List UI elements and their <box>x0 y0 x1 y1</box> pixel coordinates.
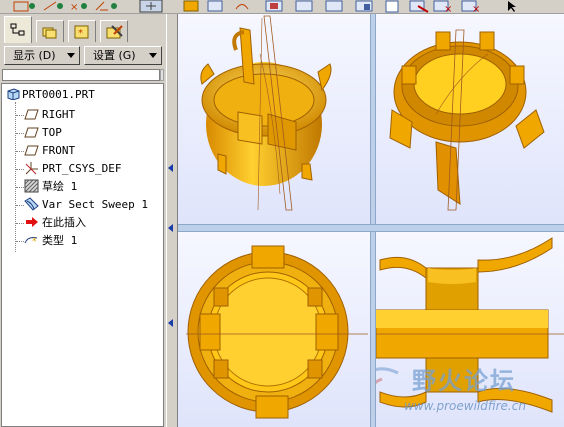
tree-connector <box>16 115 24 116</box>
insert-here-arrow-icon <box>24 215 40 229</box>
tree-connector <box>16 169 24 170</box>
graphics-area[interactable]: 野火论坛 www.proewildfire.cn <box>178 14 564 427</box>
view-icon[interactable] <box>385 0 399 13</box>
datum-plane-display-icon[interactable] <box>13 1 35 12</box>
view-icon[interactable] <box>409 0 429 13</box>
view-icon[interactable] <box>207 0 223 12</box>
datum-plane-icon <box>24 143 40 157</box>
view-icon[interactable] <box>325 0 343 12</box>
watermark-title: 野火论坛 <box>412 367 516 395</box>
tree-connector <box>16 241 24 242</box>
tree-item-sketch[interactable]: 草绘 1 <box>24 179 77 195</box>
view-icon[interactable]: × <box>461 0 480 14</box>
tree-connector <box>15 102 16 252</box>
csys-icon <box>24 161 40 175</box>
cursor-icon[interactable] <box>508 1 516 12</box>
svg-text:×: × <box>444 4 452 14</box>
viewport-divider-horizontal[interactable] <box>178 224 564 232</box>
tree-item-top[interactable]: TOP <box>24 125 62 141</box>
part-icon <box>6 88 20 101</box>
panel-splitter[interactable] <box>166 14 178 427</box>
csys-display-icon[interactable] <box>95 1 117 11</box>
viewport-top-front[interactable] <box>376 14 564 224</box>
navigator-tabs: * <box>2 16 164 43</box>
model-tree-tab[interactable] <box>4 16 32 43</box>
viewport-side-view[interactable]: 野火论坛 www.proewildfire.cn <box>376 232 564 427</box>
datum-plane-icon <box>24 125 40 139</box>
tree-root[interactable]: PRT0001.PRT <box>6 88 95 102</box>
point-display-icon[interactable]: × <box>70 2 87 13</box>
model-tree-icon <box>10 23 25 36</box>
tree-connector <box>16 205 24 206</box>
tree-item-label: 类型 1 <box>42 234 78 247</box>
tree-item-label: RIGHT <box>42 108 76 121</box>
favorites-tab[interactable]: * <box>68 20 96 42</box>
svg-text:×: × <box>70 2 78 13</box>
tree-item-label: 在此插入 <box>42 216 86 229</box>
folder-browser-tab[interactable] <box>36 20 64 42</box>
favorites-icon: * <box>74 25 89 39</box>
show-menu-label: 显示 (D) <box>13 49 56 62</box>
show-menu-button[interactable]: 显示 (D) <box>4 46 80 65</box>
tree-item-style[interactable]: * 类型 1 <box>24 233 77 249</box>
style-feature-icon: * <box>24 233 40 247</box>
tree-connector <box>16 151 24 152</box>
viewport-divider-vertical[interactable] <box>370 14 376 427</box>
collapse-arrow-icon[interactable] <box>168 224 173 232</box>
model-tree: PRT0001.PRT RIGHT TOP FRONT PRT_CSYS_DEF… <box>1 83 164 427</box>
part-model-top-view <box>186 245 368 419</box>
chevron-down-icon <box>67 53 75 58</box>
collapse-arrow-icon[interactable] <box>168 319 173 327</box>
view-icon[interactable]: × <box>433 0 452 14</box>
tree-item-label: FRONT <box>42 144 76 157</box>
part-model-iso <box>200 15 332 211</box>
settings-menu-label: 设置 (G) <box>93 49 136 62</box>
view-icon[interactable] <box>183 0 199 12</box>
connections-icon <box>106 25 123 39</box>
tree-root-label: PRT0001.PRT <box>22 88 95 101</box>
sketch-icon <box>24 179 40 193</box>
sweep-icon <box>24 197 40 211</box>
forum-watermark: 野火论坛 www.proewildfire.cn <box>376 361 558 423</box>
view-icon[interactable] <box>265 0 283 12</box>
settings-menu-button[interactable]: 设置 (G) <box>84 46 162 65</box>
tree-item-csys[interactable]: PRT_CSYS_DEF <box>24 161 121 177</box>
svg-text:*: * <box>78 28 83 39</box>
chevron-down-icon <box>149 53 157 58</box>
collapse-arrow-icon[interactable] <box>168 164 173 172</box>
svg-text:×: × <box>472 4 480 14</box>
view-icon[interactable] <box>235 4 249 10</box>
datum-plane-icon <box>24 107 40 121</box>
tree-filter-handle[interactable] <box>160 69 164 81</box>
tree-item-front[interactable]: FRONT <box>24 143 75 159</box>
tree-connector <box>16 133 24 134</box>
tree-item-var-sect-sweep[interactable]: Var Sect Sweep 1 <box>24 197 148 213</box>
tree-item-label: TOP <box>42 126 62 139</box>
tree-menu-row: 显示 (D) 设置 (G) <box>0 45 166 67</box>
tree-item-insert-here[interactable]: 在此插入 <box>24 215 86 231</box>
toolbar-icons: × × × <box>13 0 516 14</box>
svg-text:*: * <box>32 237 37 247</box>
view-icon[interactable] <box>295 0 313 12</box>
spin-center-icon[interactable] <box>139 0 163 13</box>
tree-item-right[interactable]: RIGHT <box>24 107 75 123</box>
tree-filter-field[interactable] <box>2 69 160 81</box>
tree-item-label: 草绘 1 <box>42 180 78 193</box>
connections-tab[interactable] <box>100 20 128 42</box>
tree-item-label: PRT_CSYS_DEF <box>42 162 122 175</box>
watermark-url: www.proewildfire.cn <box>404 399 526 413</box>
tree-item-label: Var Sect Sweep 1 <box>42 198 148 211</box>
viewport-top-view[interactable] <box>178 232 370 427</box>
datum-axis-display-icon[interactable] <box>43 1 63 11</box>
model-tree-panel: * 显示 (D) 设置 (G) PRT0001.PRT RIGHT TOP FR… <box>0 14 166 427</box>
viewport-isometric[interactable] <box>178 14 370 224</box>
tree-connector <box>16 187 24 188</box>
top-toolbar: × × × <box>0 0 564 14</box>
part-model-top-front <box>389 29 545 211</box>
tree-connector <box>16 223 24 224</box>
folder-browser-icon <box>42 27 57 39</box>
view-icon[interactable] <box>355 0 373 12</box>
